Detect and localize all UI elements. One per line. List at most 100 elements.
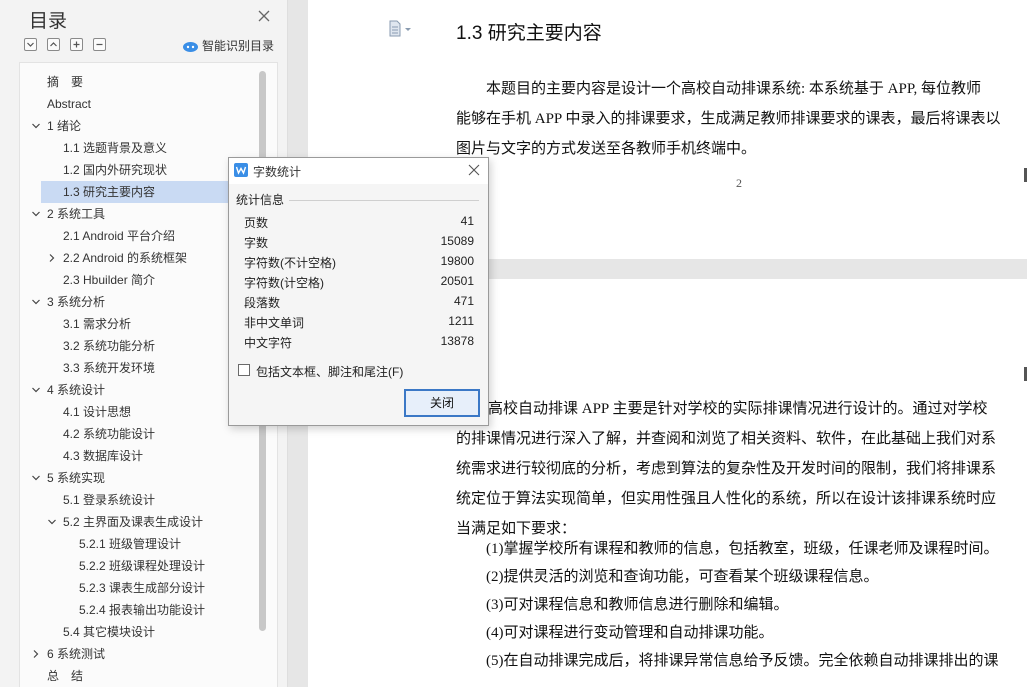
cloud-icon (183, 41, 198, 52)
stat-row: 字符数(计空格) 20501 (244, 271, 474, 291)
stat-value: 15089 (440, 234, 474, 248)
toc-item[interactable]: 5.1 登录系统设计 (20, 489, 236, 511)
paragraph-line: 能够在手机 APP 中录入的排课要求，生成满足教师排课要求的课表，最后将课表以 (456, 111, 1001, 127)
toc-item-label: 1.3 研究主要内容 (63, 185, 156, 199)
stat-value: 20501 (440, 274, 474, 288)
include-textboxes-label[interactable]: 包括文本框、脚注和尾注(F) (256, 363, 403, 380)
toc-item-label: 2.2 Android 的系统框架 (63, 251, 188, 265)
chevron-down-icon[interactable] (31, 121, 41, 131)
stat-label: 字符数(计空格) (244, 276, 324, 290)
stat-row: 非中文单词 1211 (244, 311, 474, 331)
toc-item[interactable]: 5.2 主界面及课表生成设计 (20, 511, 236, 533)
stat-label: 字符数(不计空格) (244, 256, 336, 270)
chevron-down-icon[interactable] (31, 385, 41, 395)
chevron-down-icon[interactable] (47, 517, 57, 527)
dialog-titlebar[interactable]: 字数统计 (229, 158, 488, 184)
paragraph-line: 统定位于算法实现简单，但实用性强且人性化的系统，所以在设计该排课系统时应 (456, 491, 997, 507)
close-icon[interactable] (468, 164, 480, 176)
toc-item-label: 5.1 登录系统设计 (63, 493, 156, 507)
chevron-right-icon[interactable] (47, 253, 57, 263)
stat-label: 字数 (244, 236, 269, 250)
group-divider (289, 200, 479, 201)
toc-item[interactable]: 1 绪论 (20, 115, 236, 137)
chevron-right-icon[interactable] (31, 649, 41, 659)
toc-item[interactable]: 6 系统测试 (20, 643, 236, 665)
document-menu-icon[interactable] (388, 20, 416, 38)
toc-item[interactable]: 2.2 Android 的系统框架 (20, 247, 236, 269)
stat-value: 41 (460, 214, 474, 228)
toc-item-label: 4.2 系统功能设计 (63, 427, 156, 441)
toc-toolbar (24, 38, 116, 54)
requirement-line: (5)在自动排课完成后，将排课异常信息给予反馈。完全依赖自动排课排出的课 (486, 653, 999, 669)
stat-label: 中文字符 (244, 336, 293, 350)
toc-item[interactable]: 5.2.3 课表生成部分设计 (20, 577, 236, 599)
toc-item[interactable]: 5 系统实现 (20, 467, 236, 489)
stat-row: 字符数(不计空格) 19800 (244, 251, 474, 271)
toc-item-label: 4.1 设计思想 (63, 405, 132, 419)
toc-item-label: 1.2 国内外研究现状 (63, 163, 168, 177)
stat-row: 字数 15089 (244, 231, 474, 251)
app-logo-icon (234, 163, 248, 177)
toc-item-label: 1.1 选题背景及意义 (63, 141, 168, 155)
toc-item-label: 5.2.2 班级课程处理设计 (79, 559, 206, 573)
toc-item[interactable]: 1.2 国内外研究现状 (20, 159, 236, 181)
word-count-dialog: 字数统计 统计信息 包括文本框、脚注和尾注(F) 关闭 页数 41 字数 15089 字… (228, 157, 489, 426)
toc-item[interactable]: 3.2 系统功能分析 (20, 335, 236, 357)
stat-label: 非中文单词 (244, 316, 305, 330)
stats-group-label: 统计信息 (236, 193, 285, 207)
smart-detect-toc-button[interactable]: 智能识别目录 (182, 37, 274, 54)
section-heading: 1.3 研究主要内容 (456, 23, 602, 44)
toc-item[interactable]: 1.1 选题背景及意义 (20, 137, 236, 159)
toc-item[interactable]: 5.2.1 班级管理设计 (20, 533, 236, 555)
toc-item-label: 摘 要 (47, 75, 84, 89)
toc-item-label: 5 系统实现 (47, 471, 106, 485)
toc-item[interactable]: 1.3 研究主要内容 (41, 181, 236, 203)
toc-item[interactable]: 2.1 Android 平台介绍 (20, 225, 236, 247)
toc-item-label: 5.2 主界面及课表生成设计 (63, 515, 204, 529)
toc-item-label: 1 绪论 (47, 119, 82, 133)
stat-row: 中文字符 13878 (244, 331, 474, 351)
requirement-line: (3)可对课程信息和教师信息进行删除和编辑。 (486, 597, 789, 613)
toc-item[interactable]: 摘 要 (20, 71, 236, 93)
include-textboxes-checkbox[interactable] (238, 364, 250, 376)
toc-item[interactable]: 5.4 其它模块设计 (20, 621, 236, 643)
stat-value: 19800 (440, 254, 474, 268)
smart-detect-label: 智能识别目录 (202, 39, 275, 53)
toc-item[interactable]: 4.2 系统功能设计 (20, 423, 236, 445)
toc-item[interactable]: 5.2.4 报表输出功能设计 (20, 599, 236, 621)
page-number: 2 (736, 176, 742, 190)
chevron-down-icon[interactable] (31, 209, 41, 219)
toc-item[interactable]: 2 系统工具 (20, 203, 236, 225)
toc-item[interactable]: 4.3 数据库设计 (20, 445, 236, 467)
toc-item[interactable]: 3 系统分析 (20, 291, 236, 313)
toc-item[interactable]: Abstract (20, 93, 236, 115)
close-sidebar-icon[interactable] (256, 8, 272, 24)
toc-item[interactable]: 3.3 系统开发环境 (20, 357, 236, 379)
collapse-all-icon[interactable] (47, 38, 60, 51)
toc-item-label: 3.2 系统功能分析 (63, 339, 156, 353)
add-level-icon[interactable] (70, 38, 83, 51)
toc-item-label: 5.2.1 班级管理设计 (79, 537, 182, 551)
expand-all-icon[interactable] (24, 38, 37, 51)
paragraph-line: 统需求进行较彻底的分析，考虑到算法的复杂性及开发时间的限制，我们将排课系 (456, 461, 997, 477)
toc-item-label: 2.3 Hbuilder 简介 (63, 273, 156, 287)
stat-value: 471 (453, 294, 474, 308)
toc-item-label: 2.1 Android 平台介绍 (63, 229, 176, 243)
toc-item-label: 3.1 需求分析 (63, 317, 132, 331)
toc-item[interactable]: 4.1 设计思想 (20, 401, 236, 423)
toc-item[interactable]: 4 系统设计 (20, 379, 236, 401)
toc-item-label: 4.3 数据库设计 (63, 449, 144, 463)
toc-item-label: 3 系统分析 (47, 295, 106, 309)
remove-level-icon[interactable] (93, 38, 106, 51)
requirement-line: (4)可对课程进行变动管理和自动排课功能。 (486, 625, 774, 641)
toc-item[interactable]: 3.1 需求分析 (20, 313, 236, 335)
requirement-line: (2)提供灵活的浏览和查询功能，可查看某个班级课程信息。 (486, 569, 879, 585)
close-button[interactable]: 关闭 (404, 389, 480, 417)
requirement-line: (1)掌握学校所有课程和教师的信息，包括教室，班级，任课老师及课程时间。 (486, 541, 999, 557)
chevron-down-icon[interactable] (31, 473, 41, 483)
chevron-down-icon[interactable] (31, 297, 41, 307)
toc-item[interactable]: 5.2.2 班级课程处理设计 (20, 555, 236, 577)
dialog-title: 字数统计 (253, 165, 302, 179)
toc-item[interactable]: 总 结 (20, 665, 236, 687)
toc-item[interactable]: 2.3 Hbuilder 简介 (20, 269, 236, 291)
